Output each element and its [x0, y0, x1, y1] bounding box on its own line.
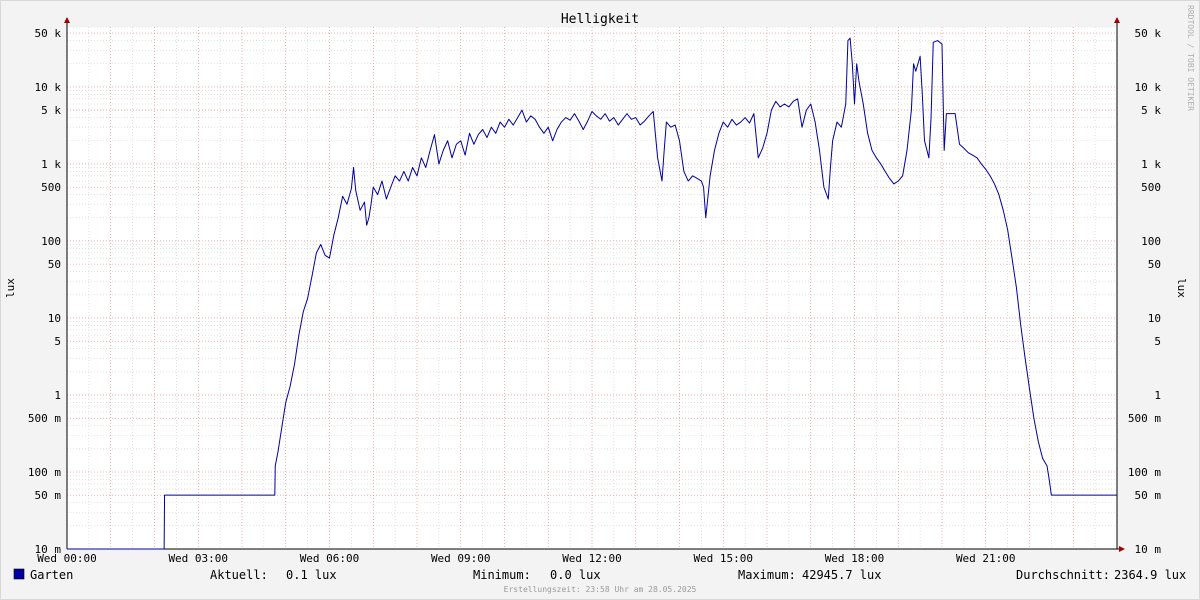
y-tick-label-right: 5: [1154, 335, 1161, 348]
y-tick-label-left: 500: [41, 181, 61, 194]
y-tick-label-right: 50 k: [1135, 27, 1162, 40]
brightness-chart: 10 m 50 m 100 m 500 m 1 5 10 50 100 500 1 k 5 k 10 k…: [0, 0, 1200, 600]
legend-minimum-value: 0.0 lux: [550, 568, 601, 582]
x-tick-label: Wed 06:00: [300, 552, 360, 565]
y-tick-label-right: 100 m: [1128, 466, 1161, 479]
legend-maximum-label: Maximum:: [738, 568, 796, 582]
legend-current-value: 0.1 lux: [286, 568, 337, 582]
x-tick-label: Wed 18:00: [825, 552, 885, 565]
y-tick-label-left: 10: [48, 312, 61, 325]
y-tick-label-right: 10: [1148, 312, 1161, 325]
chart-title: Helligkeit: [561, 12, 639, 27]
y-tick-label-left: 1: [54, 389, 61, 402]
y-tick-label-left: 50: [48, 258, 61, 271]
legend-current-label: Aktuell:: [210, 568, 268, 582]
y-tick-label-right: 500 m: [1128, 412, 1161, 425]
x-tick-label: Wed 00:00: [37, 552, 97, 565]
legend-average-value: 2364.9 lux: [1114, 568, 1186, 582]
y-tick-label-left: 10 k: [35, 81, 62, 94]
x-tick-label: Wed 03:00: [168, 552, 228, 565]
y-tick-label-left: 1 k: [41, 158, 61, 171]
y-tick-label-left: 500 m: [28, 412, 61, 425]
y-tick-label-left: 5 k: [41, 104, 61, 117]
y-tick-label-right: 1 k: [1141, 158, 1161, 171]
y-tick-label-right: 10 m: [1135, 543, 1162, 556]
rrdtool-watermark: RRDTOOL / TOBI OETIKER: [1186, 5, 1195, 111]
y-tick-label-left: 100 m: [28, 466, 61, 479]
y-tick-label-left: 50 k: [35, 27, 62, 40]
y-tick-label-left: 50 m: [35, 489, 62, 502]
y-tick-label-right: 5 k: [1141, 104, 1161, 117]
y-axis-label-left: lux: [4, 278, 17, 298]
x-tick-label: Wed 21:00: [956, 552, 1016, 565]
legend-swatch-garten: [13, 568, 25, 580]
chart-root: 10 m 50 m 100 m 500 m 1 5 10 50 100 500 1 k 5 k 10 k…: [0, 0, 1200, 600]
y-tick-label-left: 100: [41, 235, 61, 248]
y-axis-label-right: lux: [1175, 278, 1188, 298]
legend-average-label: Durchschnitt:: [1016, 568, 1110, 582]
legend-series-name: Garten: [30, 568, 73, 582]
y-tick-label-right: 100: [1141, 235, 1161, 248]
legend-maximum-value: 42945.7 lux: [802, 568, 881, 582]
x-tick-label: Wed 09:00: [431, 552, 491, 565]
x-tick-label: Wed 12:00: [562, 552, 622, 565]
legend-minimum-label: Minimum:: [473, 568, 531, 582]
x-tick-label: Wed 15:00: [693, 552, 753, 565]
y-tick-label-right: 1: [1154, 389, 1161, 402]
y-tick-label-right: 50 m: [1135, 489, 1162, 502]
y-tick-label-right: 500: [1141, 181, 1161, 194]
creation-time: Erstellungszeit: 23:58 Uhr am 28.05.2025: [504, 585, 697, 594]
y-tick-label-right: 50: [1148, 258, 1161, 271]
y-tick-label-right: 10 k: [1135, 81, 1162, 94]
y-tick-label-left: 5: [54, 335, 61, 348]
